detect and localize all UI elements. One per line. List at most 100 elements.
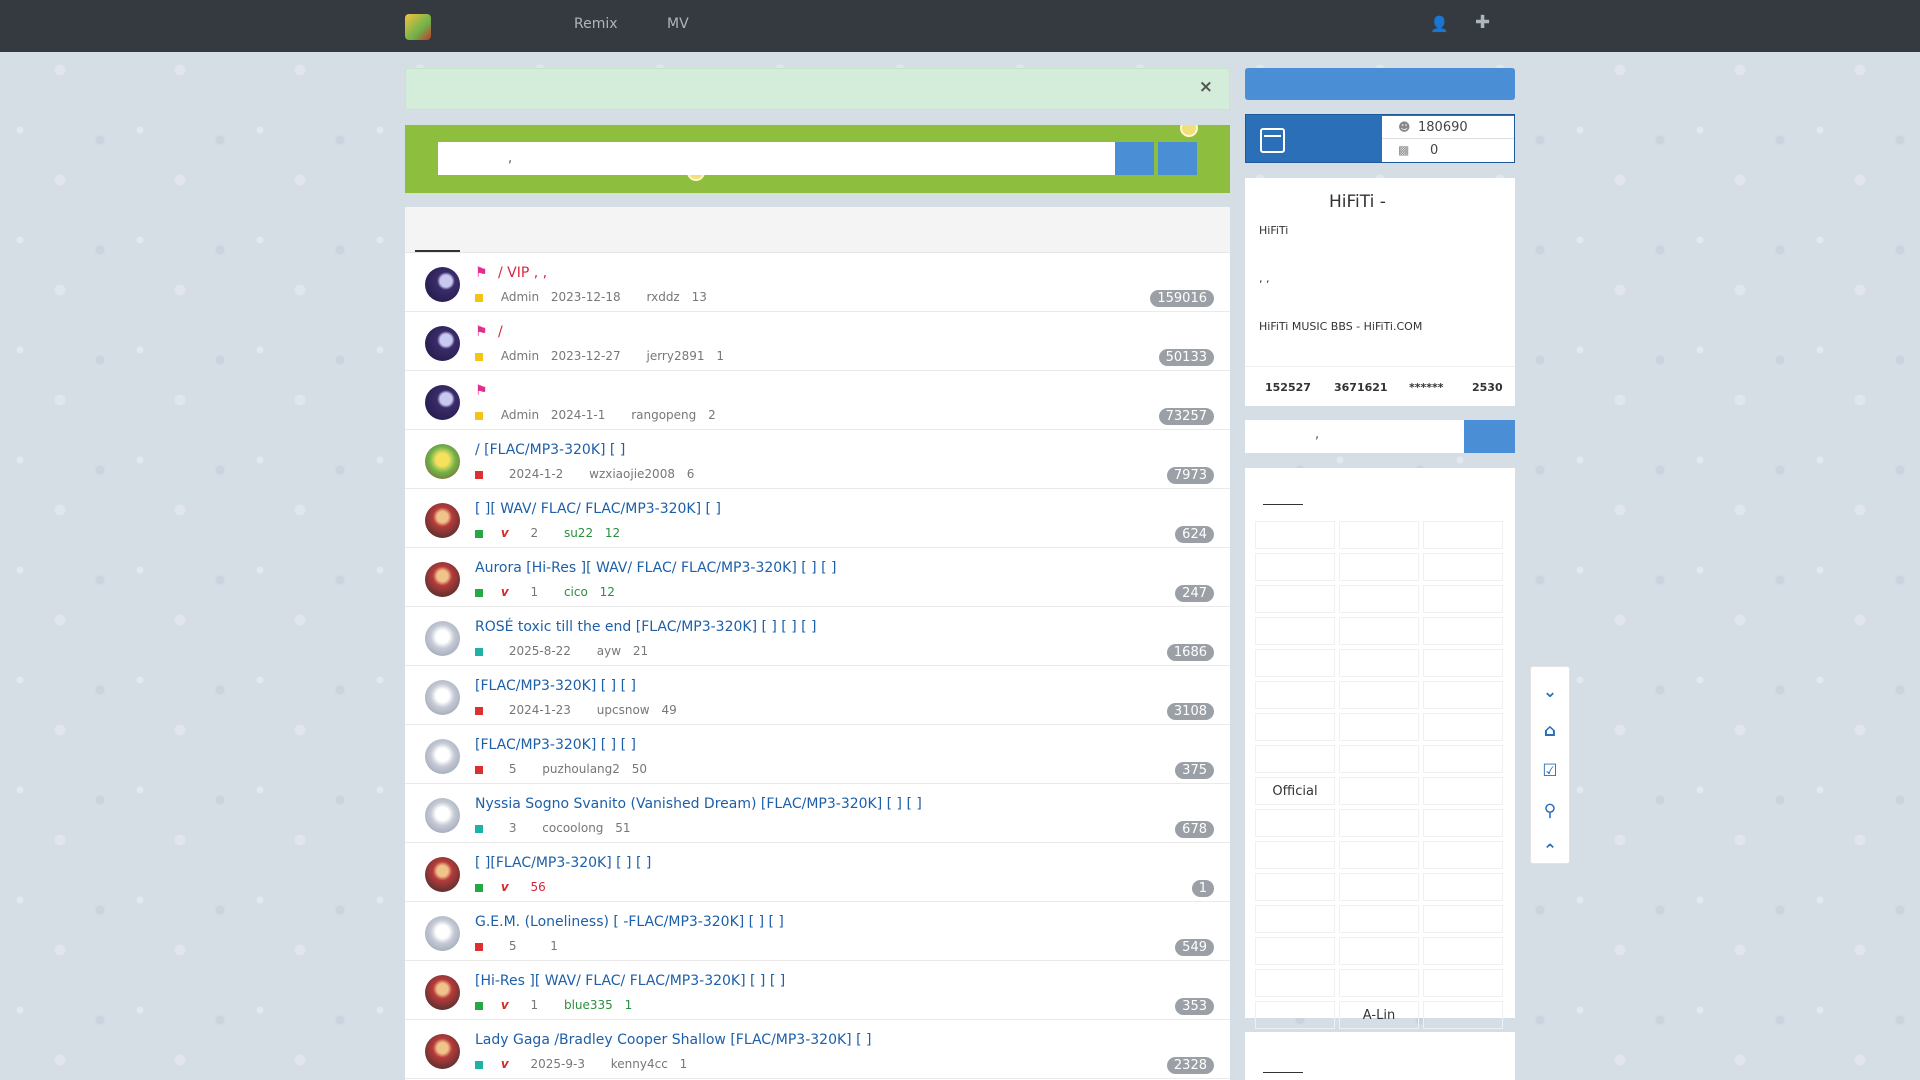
avatar[interactable]: [425, 680, 460, 715]
tag-item[interactable]: [1423, 777, 1503, 805]
tag-item[interactable]: [1423, 585, 1503, 613]
tag-item[interactable]: [1339, 745, 1419, 773]
tag-item[interactable]: [1255, 617, 1335, 645]
avatar[interactable]: [425, 326, 460, 361]
tag-item[interactable]: [1339, 905, 1419, 933]
thread-title[interactable]: G.E.M. (Loneliness) [ -FLAC/MP3-320K] [ …: [475, 914, 784, 930]
thread-title[interactable]: ⚑ /: [475, 324, 503, 340]
tag-item[interactable]: [1255, 585, 1335, 613]
thread-author[interactable]: Admin: [501, 349, 539, 363]
tag-item[interactable]: [1255, 649, 1335, 677]
plus-icon[interactable]: ✚: [1475, 12, 1490, 33]
tag-item[interactable]: [1339, 649, 1419, 677]
thread-row[interactable]: ⚑ / Admin 2023-12-27 jerry2891 1 50133: [405, 312, 1230, 371]
chevron-down-icon[interactable]: ⌄: [1531, 677, 1569, 707]
tag-item[interactable]: [1255, 969, 1335, 997]
last-replier[interactable]: kenny4cc: [611, 1057, 668, 1071]
nav-link-remix[interactable]: Remix: [574, 16, 618, 32]
avatar[interactable]: [425, 385, 460, 420]
tag-item[interactable]: Official: [1255, 777, 1335, 805]
thread-row[interactable]: [ ][FLAC/MP3-320K] [ ] [ ] v 56 1: [405, 843, 1230, 902]
avatar[interactable]: [425, 916, 460, 951]
thread-row[interactable]: [FLAC/MP3-320K] [ ] [ ] 5 puzhoulang2 50…: [405, 725, 1230, 784]
last-replier[interactable]: upcsnow: [597, 703, 650, 717]
tag-item[interactable]: [1423, 905, 1503, 933]
tag-item[interactable]: [1423, 1001, 1503, 1029]
tag-item[interactable]: [1339, 681, 1419, 709]
avatar[interactable]: [425, 562, 460, 597]
avatar[interactable]: [425, 975, 460, 1010]
avatar[interactable]: [425, 739, 460, 774]
thread-title[interactable]: Nyssia Sogno Svanito (Vanished Dream) [F…: [475, 796, 922, 812]
last-replier[interactable]: rxddz: [646, 290, 679, 304]
tag-item[interactable]: [1423, 521, 1503, 549]
last-replier[interactable]: puzhoulang2: [542, 762, 620, 776]
thread-title[interactable]: [ ][FLAC/MP3-320K] [ ] [ ]: [475, 855, 651, 871]
tag-item[interactable]: [1423, 553, 1503, 581]
last-replier[interactable]: jerry2891: [646, 349, 704, 363]
thread-row[interactable]: Nyssia Sogno Svanito (Vanished Dream) [F…: [405, 784, 1230, 843]
close-icon[interactable]: ×: [1199, 77, 1213, 97]
thread-row[interactable]: ⚑ Admin 2024-1-1 rangopeng 2 73257: [405, 371, 1230, 430]
sign-in-button[interactable]: [1245, 68, 1515, 100]
thread-row[interactable]: Aurora [Hi-Res ][ WAV/ FLAC/ FLAC/MP3-32…: [405, 548, 1230, 607]
search-input[interactable]: ,: [438, 142, 1115, 175]
thread-row[interactable]: ⚑ / VIP , , Admin 2023-12-18 rxddz 13 15…: [405, 253, 1230, 312]
thread-title[interactable]: [Hi-Res ][ WAV/ FLAC/ FLAC/MP3-320K] [ ]…: [475, 973, 785, 989]
tag-item[interactable]: [1423, 841, 1503, 869]
avatar[interactable]: [425, 798, 460, 833]
tag-item[interactable]: [1423, 745, 1503, 773]
thread-title[interactable]: / [FLAC/MP3-320K] [ ]: [475, 442, 625, 458]
tag-item[interactable]: [1255, 873, 1335, 901]
search-icon[interactable]: ⚲: [1531, 796, 1569, 826]
nav-link-mv[interactable]: MV: [667, 16, 689, 32]
tag-item[interactable]: [1423, 937, 1503, 965]
tag-item[interactable]: [1255, 553, 1335, 581]
thread-row[interactable]: / [FLAC/MP3-320K] [ ] 2024-1-2 wzxiaojie…: [405, 430, 1230, 489]
last-replier[interactable]: rangopeng: [631, 408, 696, 422]
tag-item[interactable]: [1423, 649, 1503, 677]
avatar[interactable]: [425, 267, 460, 302]
tag-item[interactable]: [1423, 617, 1503, 645]
home-icon[interactable]: ⌂: [1531, 716, 1569, 746]
tag-item[interactable]: [1339, 777, 1419, 805]
thread-title[interactable]: [FLAC/MP3-320K] [ ] [ ]: [475, 678, 636, 694]
thread-row[interactable]: [FLAC/MP3-320K] [ ] [ ] 2024-1-23 upcsno…: [405, 666, 1230, 725]
avatar[interactable]: [425, 1034, 460, 1069]
tag-item[interactable]: A-Lin: [1339, 1001, 1419, 1029]
calendar-check-icon[interactable]: ☑: [1531, 756, 1569, 786]
user-icon[interactable]: 👤: [1430, 15, 1449, 33]
last-replier[interactable]: wzxiaojie2008: [589, 467, 675, 481]
tag-item[interactable]: [1339, 873, 1419, 901]
thread-title[interactable]: ⚑: [475, 383, 494, 399]
tag-item[interactable]: [1255, 905, 1335, 933]
last-replier[interactable]: blue335: [564, 998, 613, 1012]
side-search-input[interactable]: ,: [1315, 427, 1319, 442]
avatar[interactable]: [425, 444, 460, 479]
thread-title[interactable]: ROSÉ toxic till the end [FLAC/MP3-320K] …: [475, 619, 817, 635]
tag-item[interactable]: [1339, 841, 1419, 869]
tag-item[interactable]: [1255, 713, 1335, 741]
thread-row[interactable]: Lady Gaga /Bradley Cooper Shallow [FLAC/…: [405, 1020, 1230, 1079]
advanced-search-button[interactable]: [1158, 142, 1197, 175]
tag-item[interactable]: [1339, 553, 1419, 581]
side-search-button[interactable]: [1464, 420, 1515, 453]
thread-author[interactable]: Admin: [501, 408, 539, 422]
tag-item[interactable]: [1339, 809, 1419, 837]
thread-row[interactable]: ROSÉ toxic till the end [FLAC/MP3-320K] …: [405, 607, 1230, 666]
thread-row[interactable]: G.E.M. (Loneliness) [ -FLAC/MP3-320K] [ …: [405, 902, 1230, 961]
calendar-icon[interactable]: [1260, 128, 1285, 153]
tag-item[interactable]: [1423, 713, 1503, 741]
tag-item[interactable]: [1339, 585, 1419, 613]
tag-item[interactable]: [1255, 521, 1335, 549]
thread-title[interactable]: Lady Gaga /Bradley Cooper Shallow [FLAC/…: [475, 1032, 871, 1048]
tag-item[interactable]: [1339, 969, 1419, 997]
tag-item[interactable]: [1255, 937, 1335, 965]
last-replier[interactable]: cico: [564, 585, 588, 599]
site-logo[interactable]: [405, 14, 431, 40]
chevron-up-icon[interactable]: ⌃: [1531, 836, 1569, 866]
search-button[interactable]: [1115, 142, 1154, 175]
tag-item[interactable]: [1255, 681, 1335, 709]
last-replier[interactable]: ayw: [597, 644, 621, 658]
tag-item[interactable]: [1423, 969, 1503, 997]
